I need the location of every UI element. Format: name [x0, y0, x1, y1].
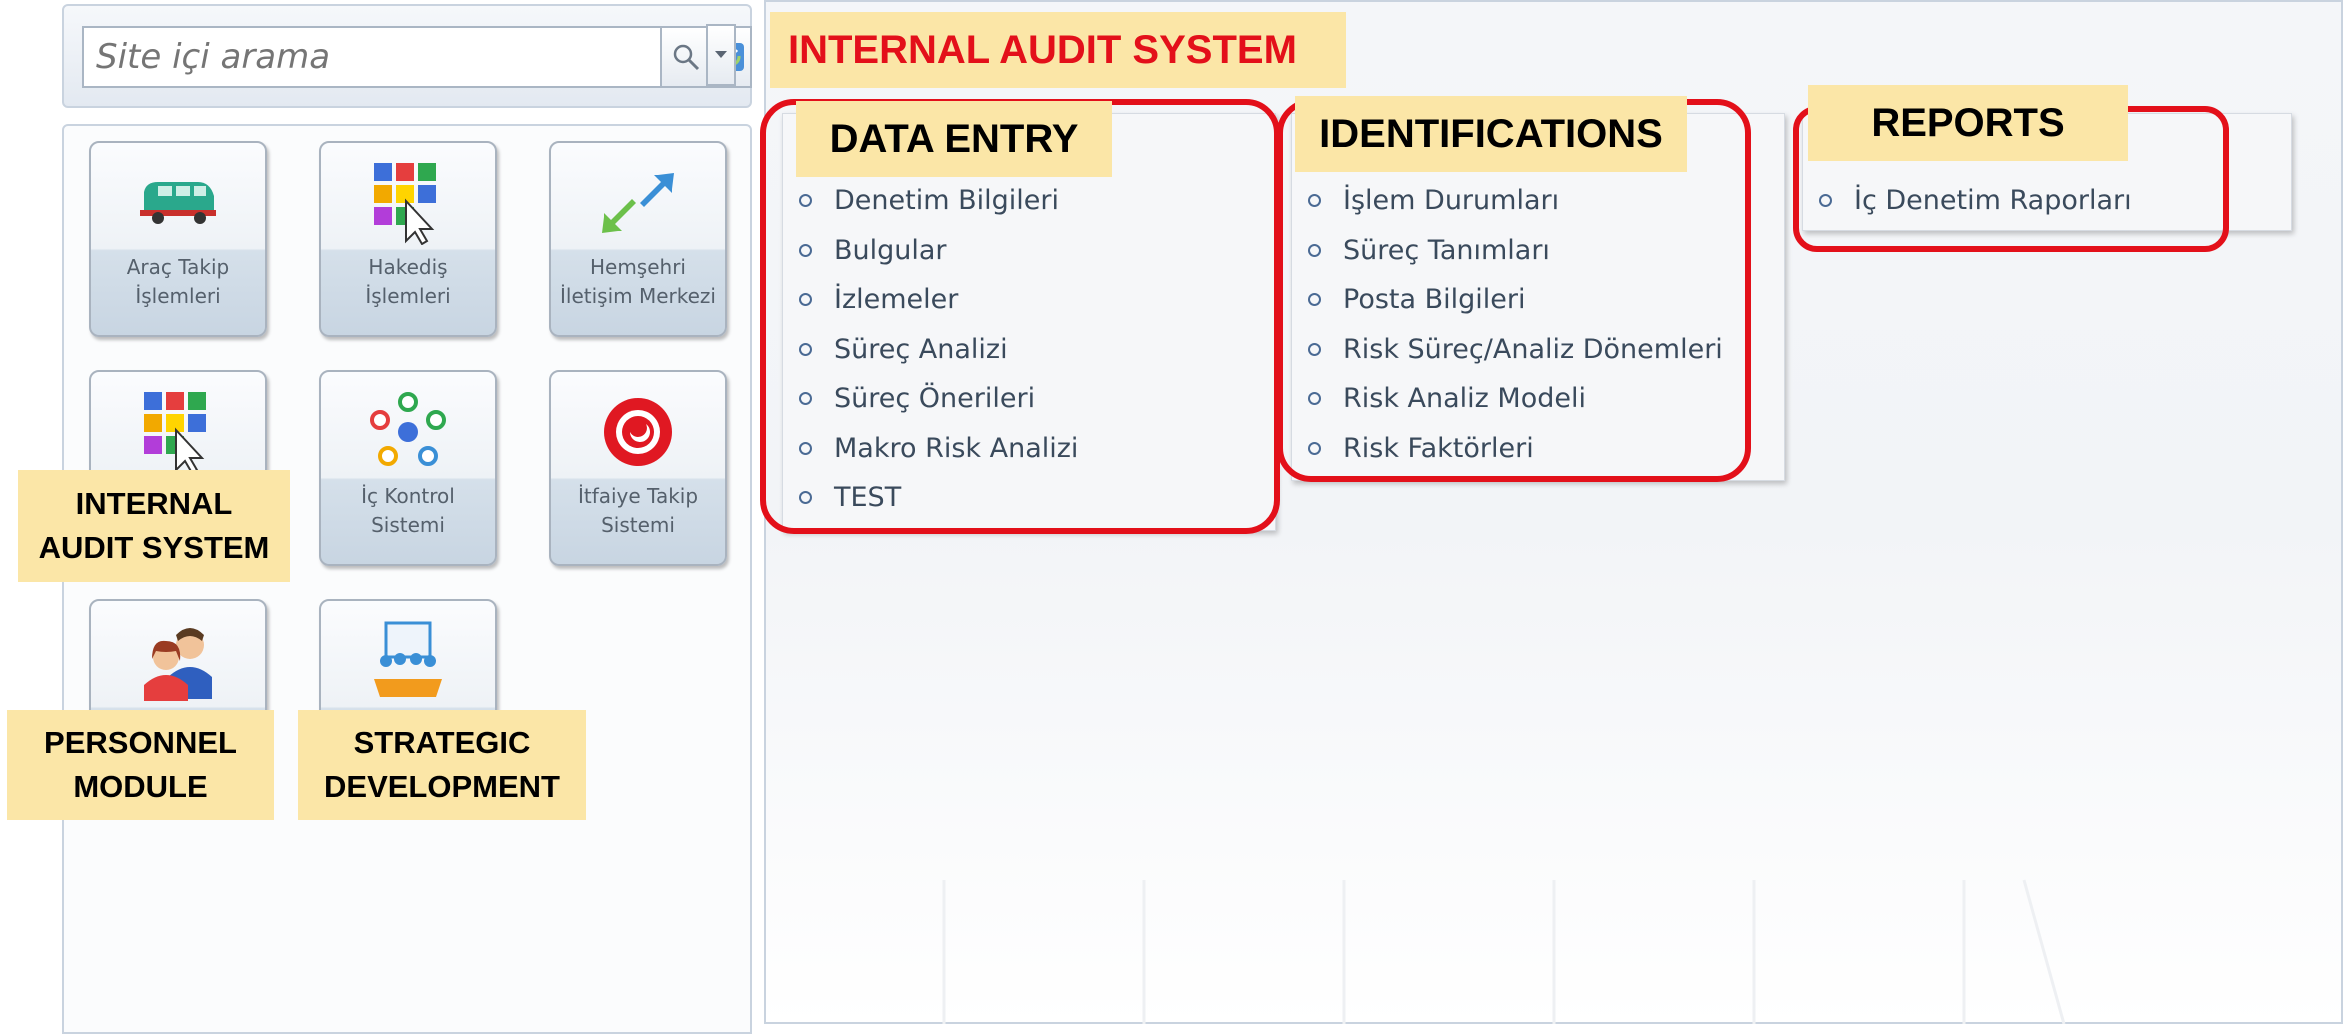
module-label: Hemşehri İletişim Merkezi [560, 255, 716, 308]
people-icon [144, 628, 212, 701]
note-identifications: IDENTIFICATIONS [1295, 96, 1687, 172]
grid-cursor-icon [144, 392, 206, 474]
note-text: INTERNAL AUDIT SYSTEM [38, 486, 270, 565]
note-personnel: PERSONNEL MODULE [7, 710, 274, 820]
note-reports: REPORTS [1808, 85, 2128, 161]
module-label: Araç Takip İşlemleri [126, 255, 230, 308]
meeting-icon [374, 621, 442, 697]
module-label: İtfaiye Takip Sistemi [577, 484, 699, 537]
note-text: STRATEGIC DEVELOPMENT [324, 725, 560, 804]
page-title: INTERNAL AUDIT SYSTEM [788, 27, 1297, 72]
module-label: Hakediş İşlemleri [365, 255, 451, 308]
search-icon [673, 44, 700, 71]
module-tile-hemsehri[interactable]: Hemşehri İletişim Merkezi [549, 141, 727, 337]
search-input[interactable] [82, 26, 662, 88]
caret-down-icon [715, 51, 727, 58]
page-title-note: INTERNAL AUDIT SYSTEM [770, 12, 1346, 88]
module-tile-itfaiye[interactable]: İtfaiye Takip Sistemi [549, 370, 727, 566]
note-strategic: STRATEGIC DEVELOPMENT [298, 710, 586, 820]
background-decoration [942, 879, 2066, 1024]
network-icon [370, 392, 446, 466]
search-dropdown[interactable] [706, 24, 736, 86]
note-text: PERSONNEL MODULE [44, 725, 237, 804]
note-text: DATA ENTRY [829, 116, 1079, 161]
module-tile-arac-takip[interactable]: Araç Takip İşlemleri [89, 141, 267, 337]
module-tile-hakedis[interactable]: Hakediş İşlemleri [319, 141, 497, 337]
search-button[interactable] [662, 26, 712, 88]
note-text: IDENTIFICATIONS [1319, 111, 1663, 156]
note-text: REPORTS [1871, 100, 2065, 145]
module-label: İç Kontrol Sistemi [361, 484, 455, 537]
note-data-entry: DATA ENTRY [796, 101, 1112, 177]
search-panel [62, 4, 752, 108]
fire-emblem-icon [604, 398, 672, 466]
note-internal-audit-left: INTERNAL AUDIT SYSTEM [18, 470, 290, 582]
module-tile-ic-kontrol[interactable]: İç Kontrol Sistemi [319, 370, 497, 566]
van-icon [140, 182, 216, 224]
grid-cursor-icon [374, 163, 436, 245]
arrows-icon [602, 173, 674, 233]
